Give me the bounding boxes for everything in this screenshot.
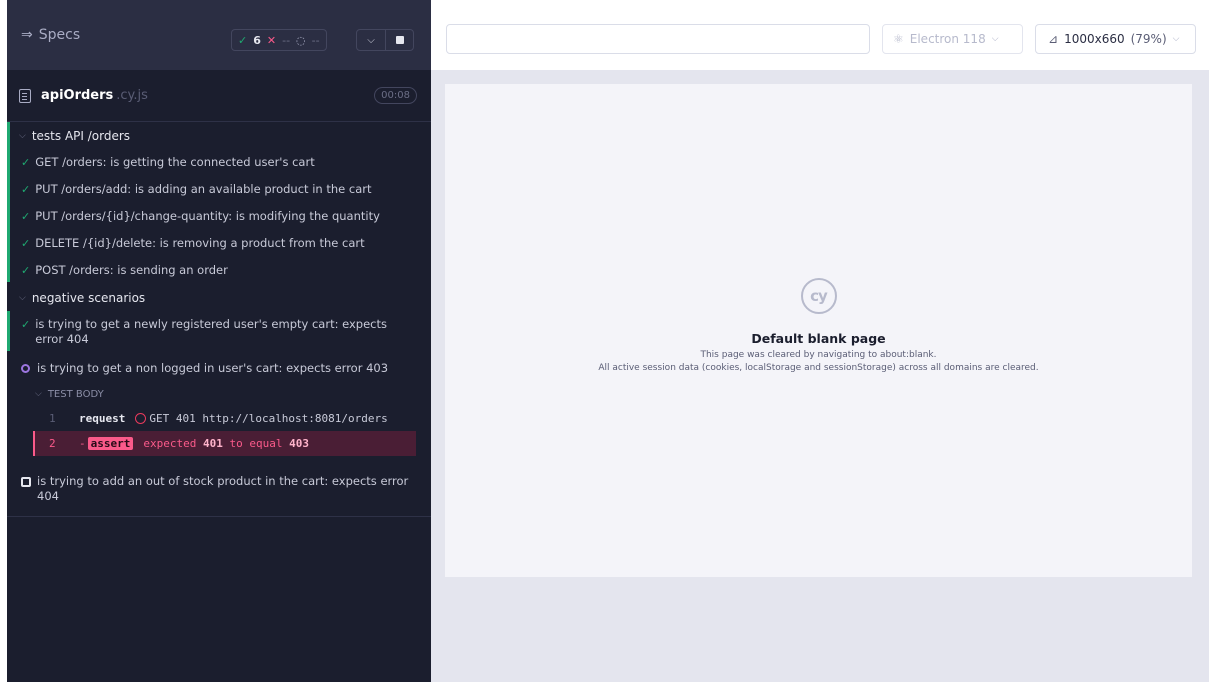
chevron-down-icon: ⌵ <box>35 389 42 399</box>
spec-file-ext: .cy.js <box>116 88 148 103</box>
blank-page-line: All active session data (cookies, localS… <box>598 363 1039 373</box>
test-stats: ✓ 6 ✕ -- ◌ -- <box>231 29 327 51</box>
command-row-failed[interactable]: 2 - assert expected 401 to equal 403 <box>33 431 416 456</box>
check-icon: ✓ <box>21 318 31 331</box>
test-item[interactable]: ✓ DELETE /{id}/delete: is removing a prod… <box>7 230 431 257</box>
failed-count: -- <box>282 33 291 47</box>
aut-iframe[interactable]: cy Default blank page This page was clea… <box>445 84 1192 577</box>
viewport-scale: (79%) <box>1130 32 1167 46</box>
chevron-down-icon: ⌵ <box>19 292 26 303</box>
blank-page-line: This page was cleared by navigating to a… <box>700 350 937 360</box>
suite-title-text: negative scenarios <box>31 290 146 305</box>
test-wrapper: is trying to add an out of stock product… <box>7 468 431 517</box>
pending-circle-icon: ◌ <box>296 33 306 47</box>
test-item[interactable]: ✓ is trying to get a newly registered use… <box>7 311 431 353</box>
test-title: is trying to get a non logged in user's … <box>37 361 389 375</box>
suite-title[interactable]: ⌵ tests API /orders <box>7 122 431 149</box>
browser-label: Electron 118 <box>909 32 986 46</box>
command-number: 2 <box>49 437 56 450</box>
test-title: is trying to get a newly registered user… <box>35 317 387 346</box>
error-circle-icon <box>135 413 147 424</box>
running-circle-icon <box>21 364 30 373</box>
check-icon: ✓ <box>21 237 31 250</box>
assert-badge: assert <box>87 437 134 450</box>
check-icon: ✓ <box>21 264 31 277</box>
suite-negative-scenarios: ⌵ negative scenarios ✓ is trying to get a… <box>7 284 431 517</box>
test-item-stopped[interactable]: is trying to add an out of stock product… <box>7 468 431 510</box>
passed-indicator-bar <box>7 311 10 351</box>
viewport-dims: 1000x660 <box>1064 32 1125 46</box>
chevron-down-icon: ⌵ <box>991 34 999 44</box>
test-title: PUT /orders/{id}/change-quantity: is mod… <box>35 209 380 223</box>
reporter-header: ⇒ Specs ✓ 6 ✕ -- ◌ -- ⌵ <box>7 0 431 70</box>
failed-x-icon: ✕ <box>266 33 277 47</box>
cypress-logo-icon: cy <box>800 278 837 314</box>
test-item-running[interactable]: is trying to get a non logged in user's … <box>7 353 431 382</box>
test-item[interactable]: ✓ PUT /orders/add: is adding an available… <box>7 176 431 203</box>
spec-duration: 00:08 <box>374 87 417 104</box>
passed-check-icon: ✓ <box>238 33 248 47</box>
pending-count: -- <box>311 33 320 47</box>
specs-toggle-button[interactable]: ⇒ Specs <box>21 27 80 43</box>
spec-file-header[interactable]: apiOrders .cy.js 00:08 <box>7 70 431 122</box>
test-title: POST /orders: is sending an order <box>35 263 228 277</box>
specs-list-icon: ⇒ <box>21 27 33 43</box>
stopped-square-icon <box>21 477 31 487</box>
check-icon: ✓ <box>21 156 31 169</box>
run-controls: ⌵ <box>356 29 414 51</box>
left-edge <box>0 0 7 682</box>
assert-to-equal: to equal <box>229 437 283 450</box>
command-message: GET 401 http://localhost:8081/orders <box>135 412 388 425</box>
chevron-down-icon: ⌵ <box>19 130 26 141</box>
passed-count: 6 <box>253 33 261 47</box>
assert-expected-value: 403 <box>289 437 309 450</box>
aut-toolbar: ⚛ Electron 118 ⌵ ⊿ 1000x660 (79%) ⌵ <box>431 0 1209 70</box>
spec-file-name: apiOrders <box>41 88 114 103</box>
viewport-selector[interactable]: ⊿ 1000x660 (79%) ⌵ <box>1035 24 1196 54</box>
command-log: 1 request GET 401 http://localhost:8081/… <box>33 406 416 456</box>
chevron-down-icon: ⌵ <box>1172 34 1180 44</box>
check-icon: ✓ <box>21 210 31 223</box>
suite-title-text: tests API /orders <box>31 128 131 143</box>
command-number: 1 <box>49 412 56 425</box>
test-item[interactable]: ✓ PUT /orders/{id}/change-quantity: is mo… <box>7 203 431 230</box>
passed-indicator-bar <box>7 122 10 282</box>
test-body-toggle[interactable]: ⌵ TEST BODY <box>7 382 431 406</box>
reporter-panel: ⇒ Specs ✓ 6 ✕ -- ◌ -- ⌵ apiOrders .cy.js… <box>7 0 431 682</box>
electron-icon: ⚛ <box>893 32 904 46</box>
suite-title[interactable]: ⌵ negative scenarios <box>7 284 431 311</box>
test-body-label: TEST BODY <box>47 388 104 400</box>
test-item[interactable]: ✓ GET /orders: is getting the connected u… <box>7 149 431 176</box>
document-icon <box>19 88 31 103</box>
browser-selector[interactable]: ⚛ Electron 118 ⌵ <box>882 24 1023 54</box>
viewport-icon: ⊿ <box>1048 32 1059 46</box>
command-message-text: GET 401 http://localhost:8081/orders <box>149 412 388 425</box>
url-input[interactable] <box>446 24 870 54</box>
test-item[interactable]: ✓ POST /orders: is sending an order <box>7 257 431 284</box>
command-name: request <box>79 412 126 425</box>
blank-page-title: Default blank page <box>751 331 886 346</box>
specs-label: Specs <box>38 27 81 43</box>
assert-actual-value: 401 <box>202 437 223 450</box>
check-icon: ✓ <box>21 183 31 196</box>
assert-prefix: - <box>79 437 86 450</box>
test-title: GET /orders: is getting the connected us… <box>35 155 315 169</box>
chevron-down-icon[interactable]: ⌵ <box>357 30 385 50</box>
assert-expected: expected <box>143 437 197 450</box>
test-title: DELETE /{id}/delete: is removing a produ… <box>35 236 365 250</box>
stop-icon <box>395 36 404 44</box>
assert-message: expected 401 to equal 403 <box>143 437 309 450</box>
stop-button[interactable] <box>385 30 413 50</box>
test-title: PUT /orders/add: is adding an available … <box>35 182 372 196</box>
test-title: is trying to add an out of stock product… <box>37 474 409 503</box>
command-row[interactable]: 1 request GET 401 http://localhost:8081/… <box>33 406 416 431</box>
test-wrapper: ✓ is trying to get a newly registered use… <box>7 311 431 353</box>
suite-tests-api-orders: ⌵ tests API /orders ✓ GET /orders: is get… <box>7 122 431 284</box>
aut-area: cy Default blank page This page was clea… <box>431 70 1209 682</box>
